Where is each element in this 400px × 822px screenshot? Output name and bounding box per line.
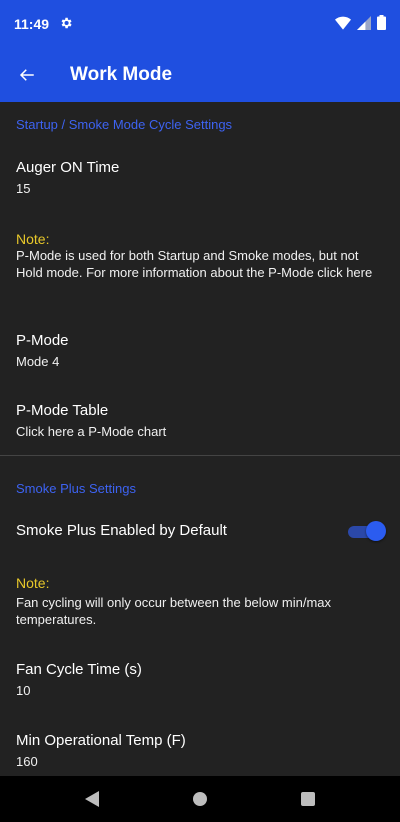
pmode-table-setting[interactable]: P-Mode Table Click here a P-Mode chart [0,401,400,440]
settings-gear-icon [59,16,73,33]
setting-title: Fan Cycle Time (s) [16,661,142,678]
auger-on-time-setting[interactable]: Auger ON Time 15 [0,158,400,197]
smoke-plus-toggle[interactable] [346,521,386,541]
page-title: Work Mode [70,64,173,85]
setting-value: 160 [16,754,38,769]
min-operational-temp-setting[interactable]: Min Operational Temp (F) 160 [0,731,400,770]
section-title-startup: Startup / Smoke Mode Cycle Settings [16,117,233,132]
status-time: 11:49 [14,16,50,32]
note-title: Note: [16,575,50,591]
pmode-setting[interactable]: P-Mode Mode 4 [0,331,400,370]
section-title-smoke-plus: Smoke Plus Settings [16,481,136,496]
setting-value: Mode 4 [16,354,60,369]
note-text: P-Mode is used for both Startup and Smok… [16,248,373,280]
note-text: Fan cycling will only occur between the … [16,595,332,627]
setting-value: 10 [16,683,31,698]
fan-cycling-note[interactable]: Note: Fan cycling will only occur betwee… [0,575,400,628]
setting-title: Min Operational Temp (F) [16,732,186,749]
app-header: 11:49 Work Mode [0,0,400,102]
setting-summary: Click here a P-Mode chart [16,424,167,439]
setting-title: P-Mode [16,332,69,349]
fan-cycle-time-setting[interactable]: Fan Cycle Time (s) 10 [0,660,400,699]
wifi-icon [335,16,351,33]
section-divider [0,455,400,456]
setting-title: Auger ON Time [16,159,120,176]
toggle-thumb [366,521,386,541]
system-nav-bar [0,776,400,822]
setting-title: P-Mode Table [16,402,109,419]
app-bar: Work Mode [0,48,400,102]
note-title: Note: [16,231,50,247]
cell-signal-icon [357,15,371,33]
setting-value: 15 [16,181,31,196]
settings-list[interactable]: Startup / Smoke Mode Cycle Settings Auge… [0,102,400,776]
pmode-note[interactable]: Note: P-Mode is used for both Startup an… [0,231,400,281]
smoke-plus-enabled-setting[interactable]: Smoke Plus Enabled by Default [0,520,400,542]
nav-home-icon[interactable] [188,787,212,811]
battery-icon [377,15,386,33]
status-icons [335,15,386,33]
status-bar: 11:49 [0,0,400,48]
back-arrow-icon[interactable] [0,48,54,102]
setting-title: Smoke Plus Enabled by Default [16,522,227,539]
nav-back-icon[interactable] [80,787,104,811]
nav-recents-icon[interactable] [296,787,320,811]
